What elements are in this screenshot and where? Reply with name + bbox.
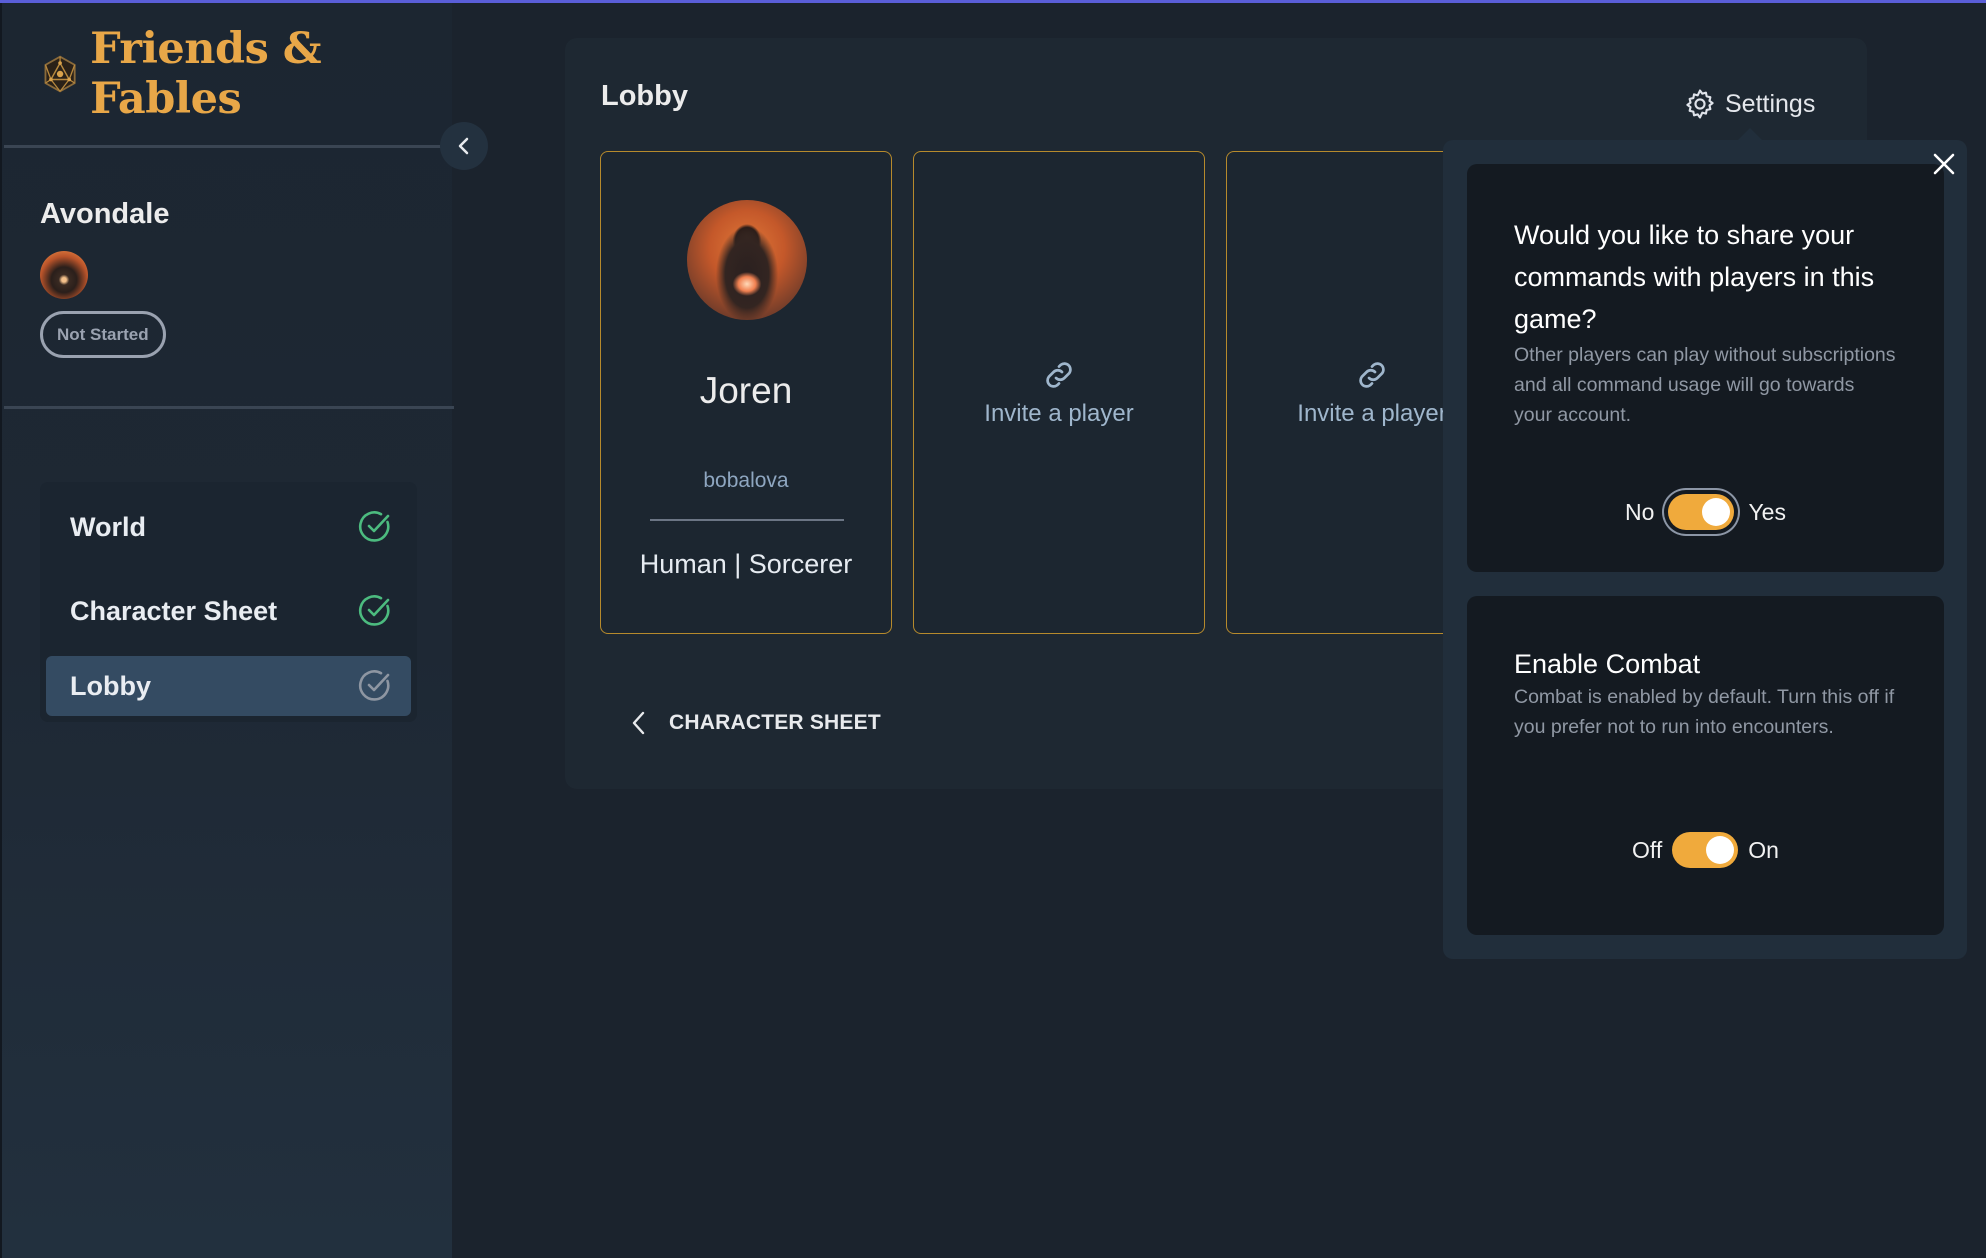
setting-title: Would you like to share your commands wi… [1514, 220, 1875, 334]
share-commands-setting: Would you like to share your commands wi… [1467, 164, 1944, 572]
toggle-row: Off On [1467, 832, 1944, 868]
close-icon [1933, 153, 1955, 175]
gear-icon [1686, 89, 1714, 119]
setting-title: Enable Combat [1514, 649, 1701, 679]
sidebar-item-label: World [70, 511, 146, 542]
popover-arrow [1738, 128, 1762, 140]
player-card[interactable]: Joren bobalova Human | Sorcerer [600, 151, 892, 634]
player-cards: Joren bobalova Human | Sorcerer Invite a… [600, 151, 1539, 634]
sidebar-item-lobby[interactable]: Lobby [46, 656, 411, 716]
settings-label: Settings [1725, 89, 1816, 118]
app-name: Friends & Fables [90, 24, 322, 124]
app-logo[interactable]: Friends & Fables [40, 24, 452, 124]
toggle-on-label: Yes [1748, 498, 1786, 525]
toggle-knob [1706, 836, 1735, 864]
link-icon [1046, 362, 1072, 388]
toggle-row: No Yes [1467, 494, 1944, 530]
game-title: Avondale [40, 198, 170, 230]
settings-button[interactable]: Settings [1683, 84, 1815, 124]
chevron-left-icon [632, 711, 645, 735]
sidebar-divider [4, 145, 454, 148]
player-avatar [40, 251, 88, 299]
invite-player-button[interactable]: Invite a player [914, 357, 1204, 428]
sidebar-divider [4, 406, 454, 409]
back-label: CHARACTER SHEET [669, 711, 881, 734]
sidebar-item-world[interactable]: World [46, 488, 411, 566]
share-commands-toggle[interactable] [1668, 494, 1735, 530]
toggle-off-label: Off [1632, 836, 1663, 863]
toggle-knob [1702, 498, 1731, 526]
chevron-left-icon [458, 137, 469, 155]
top-accent-bar [0, 0, 1986, 3]
setup-steps-nav: World Character Sheet Lobby [40, 482, 417, 722]
page-title: Lobby [601, 80, 688, 112]
d20-dice-icon [44, 55, 76, 93]
enable-combat-setting: Enable Combat Combat is enabled by defau… [1467, 596, 1944, 935]
sidebar-item-label: Lobby [70, 670, 151, 701]
close-button[interactable] [1928, 148, 1960, 180]
character-name: Joren [699, 370, 793, 411]
character-race-class: Human | Sorcerer [639, 549, 853, 579]
invite-label: Invite a player [984, 400, 1134, 427]
setting-description: Other players can play without subscript… [1514, 344, 1896, 426]
toggle-off-label: No [1625, 498, 1655, 525]
sidebar: Friends & Fables Avondale Not Started Wo… [0, 0, 454, 1258]
card-divider [650, 519, 844, 521]
invite-card[interactable]: Invite a player [913, 151, 1205, 634]
character-portrait [687, 200, 807, 320]
setting-description: Combat is enabled by default. Turn this … [1514, 686, 1895, 738]
back-to-character-sheet-button[interactable]: CHARACTER SHEET [631, 706, 881, 740]
check-circle-icon [358, 670, 390, 701]
check-circle-icon [358, 511, 390, 542]
sidebar-item-label: Character Sheet [70, 595, 278, 626]
link-icon [1359, 362, 1385, 388]
sidebar-item-character-sheet[interactable]: Character Sheet [46, 572, 411, 650]
enable-combat-toggle[interactable] [1672, 832, 1739, 868]
player-username: bobalova [703, 469, 789, 492]
settings-popover: Would you like to share your commands wi… [1443, 140, 1967, 959]
status-badge: Not Started [40, 311, 166, 358]
toggle-on-label: On [1748, 836, 1779, 863]
status-text: Not Started [57, 324, 149, 344]
collapse-sidebar-button[interactable] [440, 122, 488, 170]
check-circle-icon [358, 595, 390, 626]
